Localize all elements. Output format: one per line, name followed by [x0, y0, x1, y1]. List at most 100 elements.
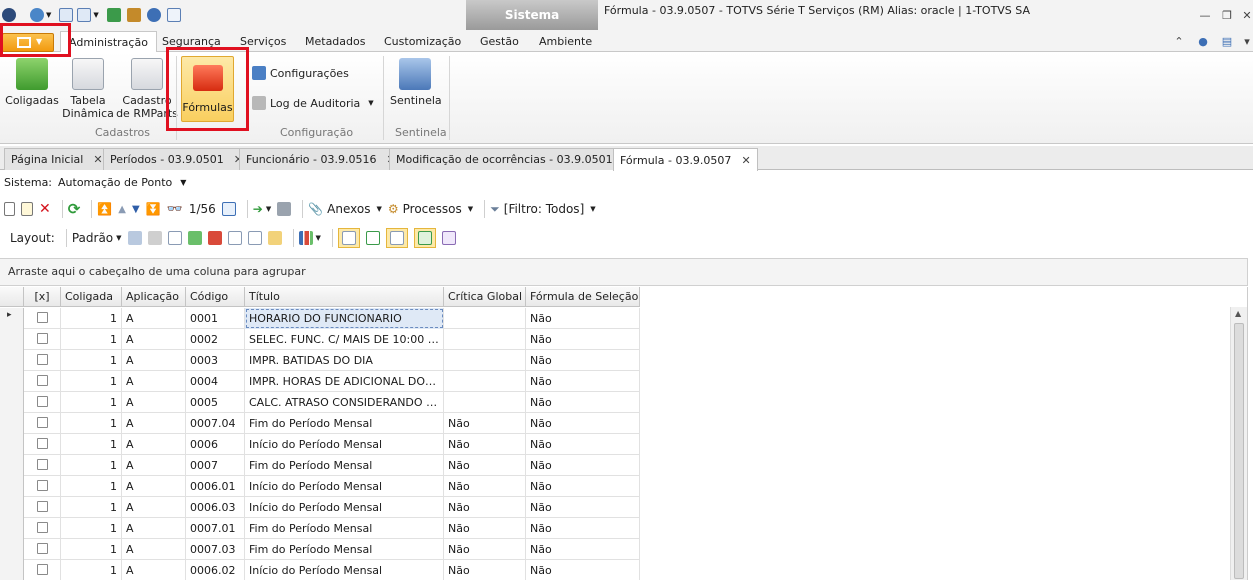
- cell-coligada[interactable]: 1: [61, 560, 122, 580]
- row-indicator[interactable]: [0, 350, 24, 371]
- cell-formula-selecao[interactable]: Não: [526, 497, 640, 518]
- tabela-dinamica-button[interactable]: Tabela Dinâmica: [62, 58, 114, 120]
- cell-formula-selecao[interactable]: Não: [526, 539, 640, 560]
- table-row[interactable]: 1 A 0005 CALC. ATRASO CONSIDERANDO AT... Não: [0, 392, 640, 413]
- window-icon[interactable]: [59, 8, 74, 22]
- row-checkbox[interactable]: [36, 333, 48, 344]
- column-header-formula-selecao[interactable]: Fórmula de Seleção: [526, 287, 640, 307]
- new-record-button[interactable]: [4, 199, 15, 219]
- cell-critica-global[interactable]: [444, 329, 526, 350]
- tab-gestao[interactable]: Gestão: [480, 35, 519, 48]
- system-filter-select[interactable]: Automação de Ponto: [58, 176, 172, 189]
- cell-critica-global[interactable]: Não: [444, 434, 526, 455]
- cell-aplicacao[interactable]: A: [122, 455, 186, 476]
- cell-coligada[interactable]: 1: [61, 539, 122, 560]
- cell-critica-global[interactable]: [444, 308, 526, 329]
- table-row[interactable]: 1 A 0006.03 Início do Período Mensal Não Não: [0, 497, 640, 518]
- row-checkbox[interactable]: [36, 312, 48, 323]
- cell-aplicacao[interactable]: A: [122, 350, 186, 371]
- row-indicator[interactable]: [0, 308, 24, 329]
- row-checkbox[interactable]: [36, 459, 48, 470]
- table-row[interactable]: 1 A 0006 Início do Período Mensal Não Não: [0, 434, 640, 455]
- cell-critica-global[interactable]: Não: [444, 413, 526, 434]
- row-indicator[interactable]: [0, 560, 24, 580]
- cell-codigo[interactable]: 0006.01: [186, 476, 245, 497]
- cell-formula-selecao[interactable]: Não: [526, 371, 640, 392]
- preview-toggle[interactable]: [413, 228, 436, 248]
- columns-button[interactable]: [227, 228, 242, 248]
- next-record-button[interactable]: ▼: [132, 199, 140, 219]
- back-icon[interactable]: [30, 8, 44, 22]
- chart-button[interactable]: ▼: [298, 228, 321, 248]
- cell-critica-global[interactable]: [444, 350, 526, 371]
- group-panel-toggle[interactable]: [337, 228, 360, 248]
- cell-titulo[interactable]: Fim do Período Mensal: [245, 518, 444, 539]
- row-indicator[interactable]: [0, 476, 24, 497]
- layout-grid-button[interactable]: [167, 228, 182, 248]
- cell-aplicacao[interactable]: A: [122, 308, 186, 329]
- cell-codigo[interactable]: 0004: [186, 371, 245, 392]
- filter-button[interactable]: ⏷ [Filtro: Todos] ▼: [490, 199, 595, 219]
- close-icon[interactable]: ✕: [1240, 9, 1253, 23]
- row-checkbox[interactable]: [36, 501, 48, 512]
- cell-coligada[interactable]: 1: [61, 371, 122, 392]
- cell-titulo[interactable]: Fim do Período Mensal: [245, 413, 444, 434]
- row-indicator[interactable]: [0, 413, 24, 434]
- cell-formula-selecao[interactable]: Não: [526, 308, 640, 329]
- help-globe-icon[interactable]: ●: [1196, 35, 1210, 49]
- group-by-panel[interactable]: Arraste aqui o cabeçalho de uma coluna p…: [0, 258, 1248, 286]
- sum-button[interactable]: [247, 228, 262, 248]
- doctab-periodos[interactable]: Períodos - 03.9.0501✕: [103, 148, 250, 170]
- column-header-critica-global[interactable]: Crítica Global: [444, 287, 526, 307]
- cell-coligada[interactable]: 1: [61, 434, 122, 455]
- cell-coligada[interactable]: 1: [61, 455, 122, 476]
- column-header-codigo[interactable]: Código: [186, 287, 245, 307]
- table-row[interactable]: 1 A 0002 SELEC. FUNC. C/ MAIS DE 10:00 DE .…: [0, 329, 640, 350]
- sentinela-button[interactable]: Sentinela: [390, 58, 442, 107]
- row-checkbox[interactable]: [36, 522, 48, 533]
- ribbon-collapse-icon[interactable]: ⌃: [1172, 35, 1186, 49]
- cell-coligada[interactable]: 1: [61, 350, 122, 371]
- cell-critica-global[interactable]: [444, 371, 526, 392]
- app-globe-icon[interactable]: [2, 8, 16, 22]
- close-icon[interactable]: ✕: [93, 153, 102, 166]
- export-icon[interactable]: [106, 8, 121, 22]
- cell-coligada[interactable]: 1: [61, 518, 122, 539]
- cell-codigo[interactable]: 0006.02: [186, 560, 245, 580]
- cell-aplicacao[interactable]: A: [122, 539, 186, 560]
- header-toggle[interactable]: [385, 228, 408, 248]
- table-row[interactable]: 1 A 0007.04 Fim do Período Mensal Não Não: [0, 413, 640, 434]
- cell-formula-selecao[interactable]: Não: [526, 476, 640, 497]
- cell-formula-selecao[interactable]: Não: [526, 560, 640, 580]
- cell-codigo[interactable]: 0001: [186, 308, 245, 329]
- find-button[interactable]: 👓: [167, 199, 183, 219]
- column-header-aplicacao[interactable]: Aplicação: [122, 287, 186, 307]
- import-layout-button[interactable]: [187, 228, 202, 248]
- cell-titulo[interactable]: Início do Período Mensal: [245, 434, 444, 455]
- configuracoes-button[interactable]: Configurações: [252, 66, 349, 80]
- cell-titulo[interactable]: CALC. ATRASO CONSIDERANDO AT...: [245, 392, 444, 413]
- row-indicator[interactable]: [0, 371, 24, 392]
- column-header-select[interactable]: [x]: [24, 287, 61, 307]
- cell-formula-selecao[interactable]: Não: [526, 518, 640, 539]
- last-record-button[interactable]: ⏬: [146, 199, 161, 219]
- window2-icon[interactable]: [77, 8, 92, 22]
- tab-customizacao[interactable]: Customização: [384, 35, 461, 48]
- cell-coligada[interactable]: 1: [61, 413, 122, 434]
- cell-titulo[interactable]: Fim do Período Mensal: [245, 455, 444, 476]
- first-record-button[interactable]: ⏫: [97, 199, 112, 219]
- cell-titulo[interactable]: Início do Período Mensal: [245, 497, 444, 518]
- scroll-up-icon[interactable]: ▲: [1235, 309, 1241, 318]
- cell-critica-global[interactable]: Não: [444, 539, 526, 560]
- cell-aplicacao[interactable]: A: [122, 518, 186, 539]
- row-checkbox[interactable]: [36, 375, 48, 386]
- cell-codigo[interactable]: 0005: [186, 392, 245, 413]
- row-checkbox[interactable]: [36, 564, 48, 575]
- home-layout-button[interactable]: [207, 228, 222, 248]
- row-checkbox[interactable]: [36, 417, 48, 428]
- cell-titulo[interactable]: IMPR. HORAS DE ADICIONAL DO DIA: [245, 371, 444, 392]
- chevron-down-icon[interactable]: ▼: [180, 178, 186, 187]
- vertical-scrollbar[interactable]: ▲: [1230, 307, 1247, 580]
- cell-formula-selecao[interactable]: Não: [526, 350, 640, 371]
- coligadas-button[interactable]: Coligadas: [4, 58, 60, 107]
